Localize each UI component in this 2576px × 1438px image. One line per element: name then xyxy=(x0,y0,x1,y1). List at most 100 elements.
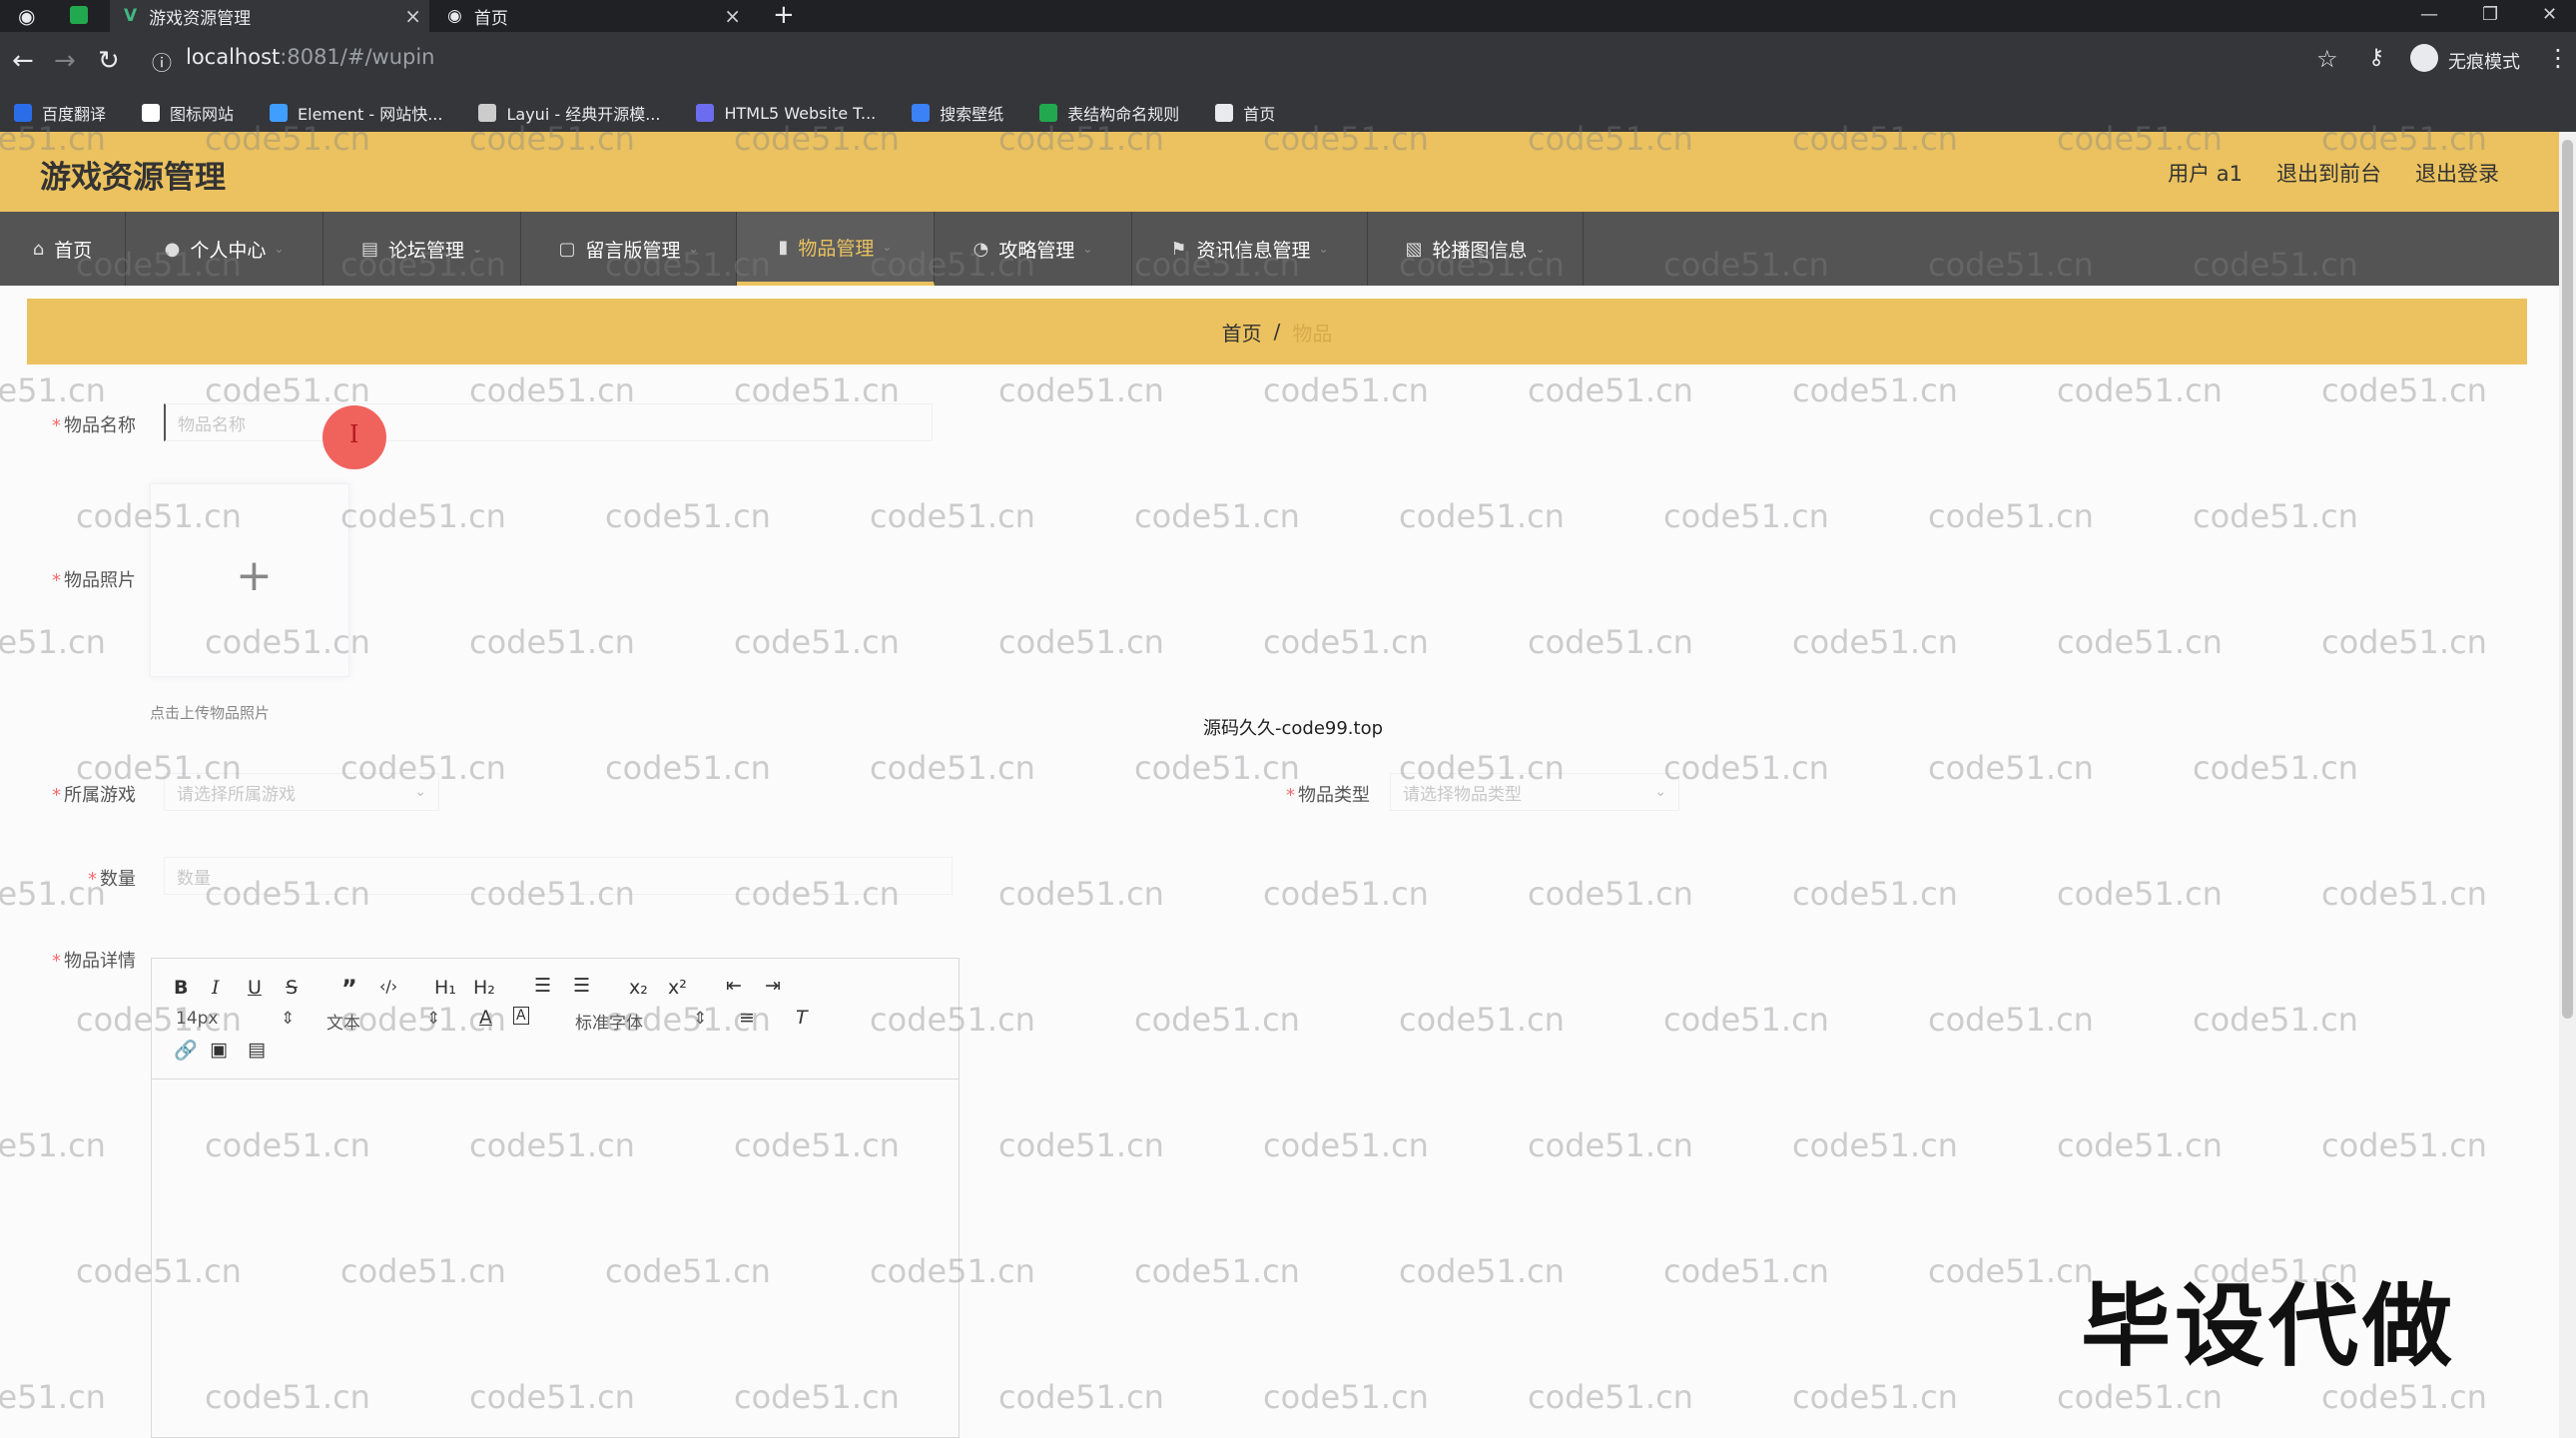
background-color-icon[interactable]: A xyxy=(513,1007,529,1025)
qty-placeholder: 数量 xyxy=(177,868,211,889)
bookmark-item[interactable]: 搜索壁纸 xyxy=(912,101,1003,125)
indent-icon[interactable]: ⇥ xyxy=(765,975,781,997)
back-icon[interactable]: ← xyxy=(12,46,34,76)
user-icon: ● xyxy=(164,238,181,260)
nav-item[interactable]: ⌂ 首页 xyxy=(0,212,126,286)
browser-tab-active[interactable]: V 游戏资源管理 × xyxy=(110,0,429,32)
forward-icon[interactable]: → xyxy=(54,46,76,76)
qty-label: * 数量 xyxy=(88,869,136,890)
chevron-down-icon: ⌄ xyxy=(1535,242,1546,256)
bookmark-item[interactable]: 表结构命名规则 xyxy=(1039,101,1179,125)
key-icon[interactable]: ⚷ xyxy=(2368,45,2384,70)
outdent-icon[interactable]: ⇤ xyxy=(726,975,742,997)
link-icon[interactable]: 🔗 xyxy=(174,1039,198,1062)
watermark-text: code51.cn xyxy=(1399,1252,1565,1290)
nav-item[interactable]: ⚑ 资讯信息管理 ⌄ xyxy=(1132,212,1368,286)
close-icon[interactable]: × xyxy=(404,4,421,28)
breadcrumb-home[interactable]: 首页 xyxy=(1222,318,1262,347)
page-scrollbar[interactable] xyxy=(2559,132,2576,1438)
nav-item[interactable]: ◔ 攻略管理 ⌄ xyxy=(935,212,1132,286)
restore-icon[interactable]: ❐ xyxy=(2482,0,2498,28)
main-nav: ⌂ 首页 ● 个人中心 ⌄ ▤ 论坛管理 ⌄ ▢ 留言版管理 ⌄ ▮ 物品管理 ⌄ ◔ 攻略管理 ⌄ ⚑ 资讯信息管… xyxy=(0,212,2559,286)
nav-item-label: 资讯信息管理 xyxy=(1196,239,1311,262)
minimize-icon[interactable]: — xyxy=(2420,0,2438,28)
browser-tab[interactable]: ◉ 首页 × xyxy=(439,0,749,32)
ordered-list-icon[interactable]: ☰ xyxy=(534,975,551,997)
info-icon[interactable]: ⓘ xyxy=(152,47,172,76)
heading1-icon[interactable]: H₁ xyxy=(434,977,456,999)
app-header: 游戏资源管理 用户 a1 退出到前台 退出登录 xyxy=(0,132,2559,212)
heading2-icon[interactable]: H₂ xyxy=(473,977,495,999)
chevron-down-icon: ⌄ xyxy=(1318,242,1329,256)
star-icon[interactable]: ☆ xyxy=(2316,45,2338,73)
message-icon: ▢ xyxy=(558,238,576,260)
watermark-text: code51.cn xyxy=(1663,1252,1829,1290)
nav-item-label: 留言版管理 xyxy=(585,239,681,262)
scrollbar-thumb[interactable] xyxy=(2562,140,2573,1019)
bookmark-item[interactable]: Element - 网站快... xyxy=(270,101,442,125)
nav-item[interactable]: ▧ 轮播图信息 ⌄ xyxy=(1368,212,1584,286)
bookmark-label: 搜索壁纸 xyxy=(940,105,1004,124)
watermark-text: code51.cn xyxy=(998,1378,1164,1416)
upload-tip: 点击上传物品照片 xyxy=(150,704,271,722)
bullet-list-icon[interactable]: ☰ xyxy=(573,975,590,997)
flag-icon: ⚑ xyxy=(1170,238,1187,260)
menu-icon[interactable]: ⋮ xyxy=(2546,44,2570,72)
heading-select[interactable]: 文本 ⇕ xyxy=(326,1009,440,1034)
bookmark-icon xyxy=(142,104,161,122)
bookmark-item[interactable]: 百度翻译 xyxy=(14,101,106,125)
photo-uploader[interactable]: + xyxy=(150,483,349,677)
nav-item[interactable]: ▤ 论坛管理 ⌄ xyxy=(323,212,521,286)
watermark-text: code51.cn xyxy=(0,1378,106,1416)
game-select[interactable]: 请选择所属游戏 ⌄ xyxy=(164,773,439,811)
logout-link[interactable]: 退出登录 xyxy=(2415,158,2499,188)
watermark-text: code51.cn xyxy=(1792,1378,1958,1416)
strike-icon[interactable]: S xyxy=(286,977,298,999)
bookmark-label: Layui - 经典开源模... xyxy=(506,105,661,124)
align-icon[interactable]: ≡ xyxy=(739,1007,755,1029)
vue-icon: V xyxy=(124,6,138,26)
superscript-icon[interactable]: x² xyxy=(668,977,687,999)
clear-format-icon[interactable]: T xyxy=(796,1007,808,1029)
bookmark-item[interactable]: 图标网站 xyxy=(142,101,234,125)
bookmark-icon xyxy=(1039,104,1058,122)
chevron-down-icon: ⌄ xyxy=(471,242,483,256)
underline-icon[interactable]: U xyxy=(248,977,262,999)
window-close-icon[interactable]: ✕ xyxy=(2542,0,2557,28)
watermark-text: code51.cn xyxy=(2321,1126,2487,1164)
italic-icon[interactable]: I xyxy=(212,977,220,999)
new-tab-button[interactable]: + xyxy=(773,0,795,30)
detail-label: * 物品详情 xyxy=(52,951,136,972)
close-icon[interactable]: × xyxy=(724,4,741,28)
font-size-select[interactable]: 14px ⇕ xyxy=(176,1009,295,1029)
tab-title: 首页 xyxy=(473,8,508,29)
url-field[interactable]: localhost:8081/#/wupin xyxy=(186,45,435,69)
chevron-down-icon: ⌄ xyxy=(1082,242,1093,256)
nav-item[interactable]: ▢ 留言版管理 ⌄ xyxy=(521,212,737,286)
bold-icon[interactable]: B xyxy=(174,977,188,999)
bookmark-item[interactable]: 首页 xyxy=(1215,101,1275,125)
reload-icon[interactable]: ↻ xyxy=(98,46,120,76)
watermark-text: code51.cn xyxy=(1792,875,1958,913)
watermark-text: code51.cn xyxy=(1399,1001,1565,1039)
video-icon[interactable]: ▤ xyxy=(248,1039,266,1061)
qty-input[interactable]: 数量 xyxy=(164,857,953,895)
name-input[interactable]: 物品名称 xyxy=(164,403,933,441)
incognito-label[interactable]: 无痕模式 xyxy=(2448,48,2520,74)
bookmark-item[interactable]: Layui - 经典开源模... xyxy=(478,101,660,125)
blockquote-icon[interactable]: ” xyxy=(341,975,357,1003)
font-family-select[interactable]: 标准字体 ⇕ xyxy=(575,1009,707,1034)
nav-item[interactable]: ● 个人中心 ⌄ xyxy=(126,212,323,286)
game-label: * 所属游戏 xyxy=(52,785,136,806)
back-to-front-link[interactable]: 退出到前台 xyxy=(2276,158,2381,188)
editor-content-area[interactable] xyxy=(152,1079,959,1437)
bookmark-item[interactable]: HTML5 Website T... xyxy=(696,104,876,123)
watermark-text: code51.cn xyxy=(870,749,1035,787)
nav-item[interactable]: ▮ 物品管理 ⌄ xyxy=(737,212,935,286)
code-block-icon[interactable]: ‹/› xyxy=(379,977,397,996)
font-color-icon[interactable]: A xyxy=(479,1007,492,1029)
type-select[interactable]: 请选择物品类型 ⌄ xyxy=(1390,773,1679,811)
image-icon[interactable]: ▣ xyxy=(210,1039,228,1061)
watermark-text: code51.cn xyxy=(998,1126,1164,1164)
subscript-icon[interactable]: x₂ xyxy=(629,977,648,999)
